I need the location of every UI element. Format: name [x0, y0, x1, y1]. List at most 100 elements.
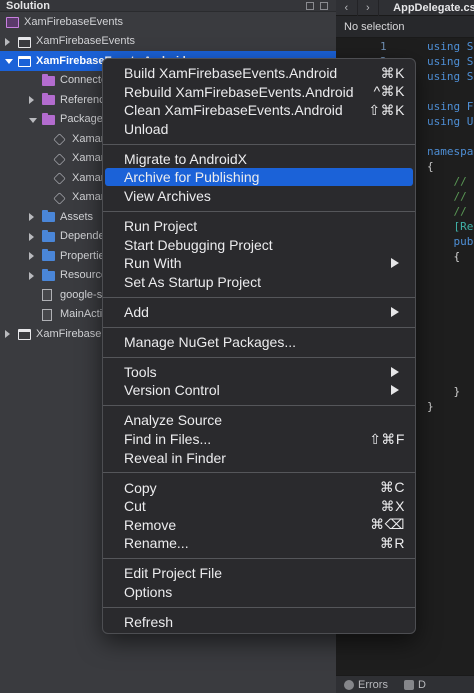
code-line: using S [427, 55, 474, 68]
solution-icon [6, 17, 19, 28]
menu-item-label: Run Project [124, 218, 198, 234]
code-line: } [427, 400, 434, 413]
menu-item-migrate-to-androidx[interactable]: Migrate to AndroidX [105, 150, 413, 168]
menu-item-label: Analyze Source [124, 412, 223, 429]
submenu-arrow-icon [391, 366, 399, 377]
submenu-arrow-icon [391, 385, 399, 396]
menu-item-start-debugging-project[interactable]: Start Debugging Project [105, 236, 413, 254]
menu-item-label: Add [124, 303, 149, 320]
document-tab[interactable]: AppDelegate.cs [379, 2, 474, 14]
menu-item-reveal-in-finder[interactable]: Reveal in Finder [105, 449, 413, 467]
menu-item-view-archives[interactable]: View Archives [105, 187, 413, 205]
bottom-tab[interactable]: D [396, 676, 434, 693]
folder-purple-icon [42, 93, 55, 105]
package-icon [53, 133, 66, 146]
code-line: // [427, 175, 467, 188]
editor-tab-bar: ‹ › AppDelegate.cs [336, 0, 474, 16]
menu-item-set-as-startup-project[interactable]: Set As Startup Project [105, 273, 413, 291]
bottom-tab-label: D [417, 678, 426, 691]
menu-item-clean-xamfirebaseevents-android[interactable]: Clean XamFirebaseEvents.Android ⇧⌘K [105, 101, 413, 119]
package-icon [53, 152, 66, 166]
chevron-right-icon[interactable] [29, 96, 34, 104]
code-line: using S [427, 70, 474, 83]
menu-item-label: View Archives [124, 188, 211, 204]
chevron-right-icon[interactable] [5, 330, 10, 338]
menu-item-cut[interactable]: Cut ⌘X [105, 497, 413, 515]
menu-item-label: Set As Startup Project [124, 273, 261, 290]
menu-separator [103, 143, 415, 145]
code-line: // [427, 190, 467, 203]
menu-separator [103, 326, 415, 328]
menu-item-label: Remove [124, 516, 177, 533]
chevron-right-icon[interactable] [29, 271, 34, 280]
forward-button[interactable]: › [358, 0, 380, 16]
bottom-pad-tabs: Errors D [336, 675, 474, 693]
menu-item-edit-project-file[interactable]: Edit Project File [105, 564, 413, 582]
submenu-arrow-icon [391, 306, 399, 317]
tree-item-label: XamFirebaseEvents [24, 15, 124, 28]
selection-breadcrumb[interactable]: No selection [336, 16, 474, 38]
project-icon [18, 36, 31, 48]
chevron-right-icon[interactable] [29, 232, 34, 241]
menu-item-run-project[interactable]: Run Project [105, 217, 413, 235]
chevron-left-icon: ‹ [344, 1, 349, 14]
menu-item-rename[interactable]: Rename... ⌘R [105, 534, 413, 552]
code-line: pub [427, 235, 474, 248]
package-icon [53, 172, 66, 185]
chevron-right-icon[interactable] [29, 252, 34, 260]
menu-item-shortcut: ⌘C [379, 479, 405, 496]
document-icon [403, 679, 414, 690]
menu-item-copy[interactable]: Copy ⌘C [105, 479, 413, 497]
menu-item-label: Build XamFirebaseEvents.Android [124, 65, 338, 81]
menu-item-shortcut: ⌘⌫ [370, 516, 405, 533]
menu-item-shortcut: ⌘R [379, 534, 405, 551]
menu-separator [103, 296, 415, 298]
menu-item-shortcut: ⌘X [380, 497, 405, 514]
folder-icon [42, 229, 55, 242]
tree-item[interactable]: XamFirebaseEvents [0, 32, 336, 52]
menu-separator [103, 472, 415, 474]
code-line: { [427, 160, 434, 173]
menu-item-tools[interactable]: Tools [105, 363, 413, 381]
tree-item[interactable]: XamFirebaseEvents [0, 12, 336, 32]
back-button[interactable]: ‹ [336, 0, 358, 16]
chevron-down-icon[interactable] [5, 59, 13, 64]
menu-item-options[interactable]: Options [105, 583, 413, 601]
package-icon [53, 191, 66, 205]
pad-close-icon[interactable] [320, 2, 328, 10]
menu-item-label: Manage NuGet Packages... [124, 333, 296, 350]
menu-item-version-control[interactable]: Version Control [105, 381, 413, 399]
code-line: namespa [427, 145, 474, 158]
menu-item-label: Find in Files... [124, 431, 212, 447]
project-icon [18, 56, 31, 67]
selection-text: No selection [344, 20, 405, 33]
chevron-right-icon[interactable] [5, 37, 10, 46]
tree-item-label: XamFirebaseEvents [36, 35, 136, 48]
chevron-down-icon[interactable] [29, 117, 37, 123]
menu-item-find-in-files[interactable]: Find in Files... ⇧⌘F [105, 430, 413, 448]
chevron-right-icon[interactable] [29, 213, 34, 221]
menu-item-rebuild-xamfirebaseevents-android[interactable]: Rebuild XamFirebaseEvents.Android ^⌘K [105, 83, 413, 101]
pad-header-buttons [306, 0, 328, 12]
menu-item-manage-nuget-packages[interactable]: Manage NuGet Packages... [105, 333, 413, 351]
bottom-tab[interactable]: Errors [336, 676, 396, 693]
error-icon [344, 679, 354, 690]
code-line: [Re [427, 220, 474, 233]
menu-item-run-with[interactable]: Run With [105, 254, 413, 272]
bottom-tab-label: Errors [358, 678, 388, 691]
code-line: using U [427, 115, 474, 128]
code-line: using F [427, 100, 474, 113]
menu-item-build-xamfirebaseevents-android[interactable]: Build XamFirebaseEvents.Android ⌘K [105, 64, 413, 82]
menu-item-label: Edit Project File [124, 565, 223, 582]
menu-separator [103, 405, 415, 407]
pad-options-icon[interactable] [306, 2, 314, 10]
menu-item-unload[interactable]: Unload [105, 120, 413, 138]
code-line: } [427, 385, 461, 398]
menu-item-analyze-source[interactable]: Analyze Source [105, 411, 413, 429]
menu-item-remove[interactable]: Remove ⌘⌫ [105, 516, 413, 534]
menu-item-archive-for-publishing[interactable]: Archive for Publishing [105, 168, 413, 187]
menu-separator [103, 606, 415, 608]
folder-purple-icon [42, 112, 55, 125]
menu-item-refresh[interactable]: Refresh [105, 613, 413, 631]
menu-item-add[interactable]: Add [105, 303, 413, 321]
